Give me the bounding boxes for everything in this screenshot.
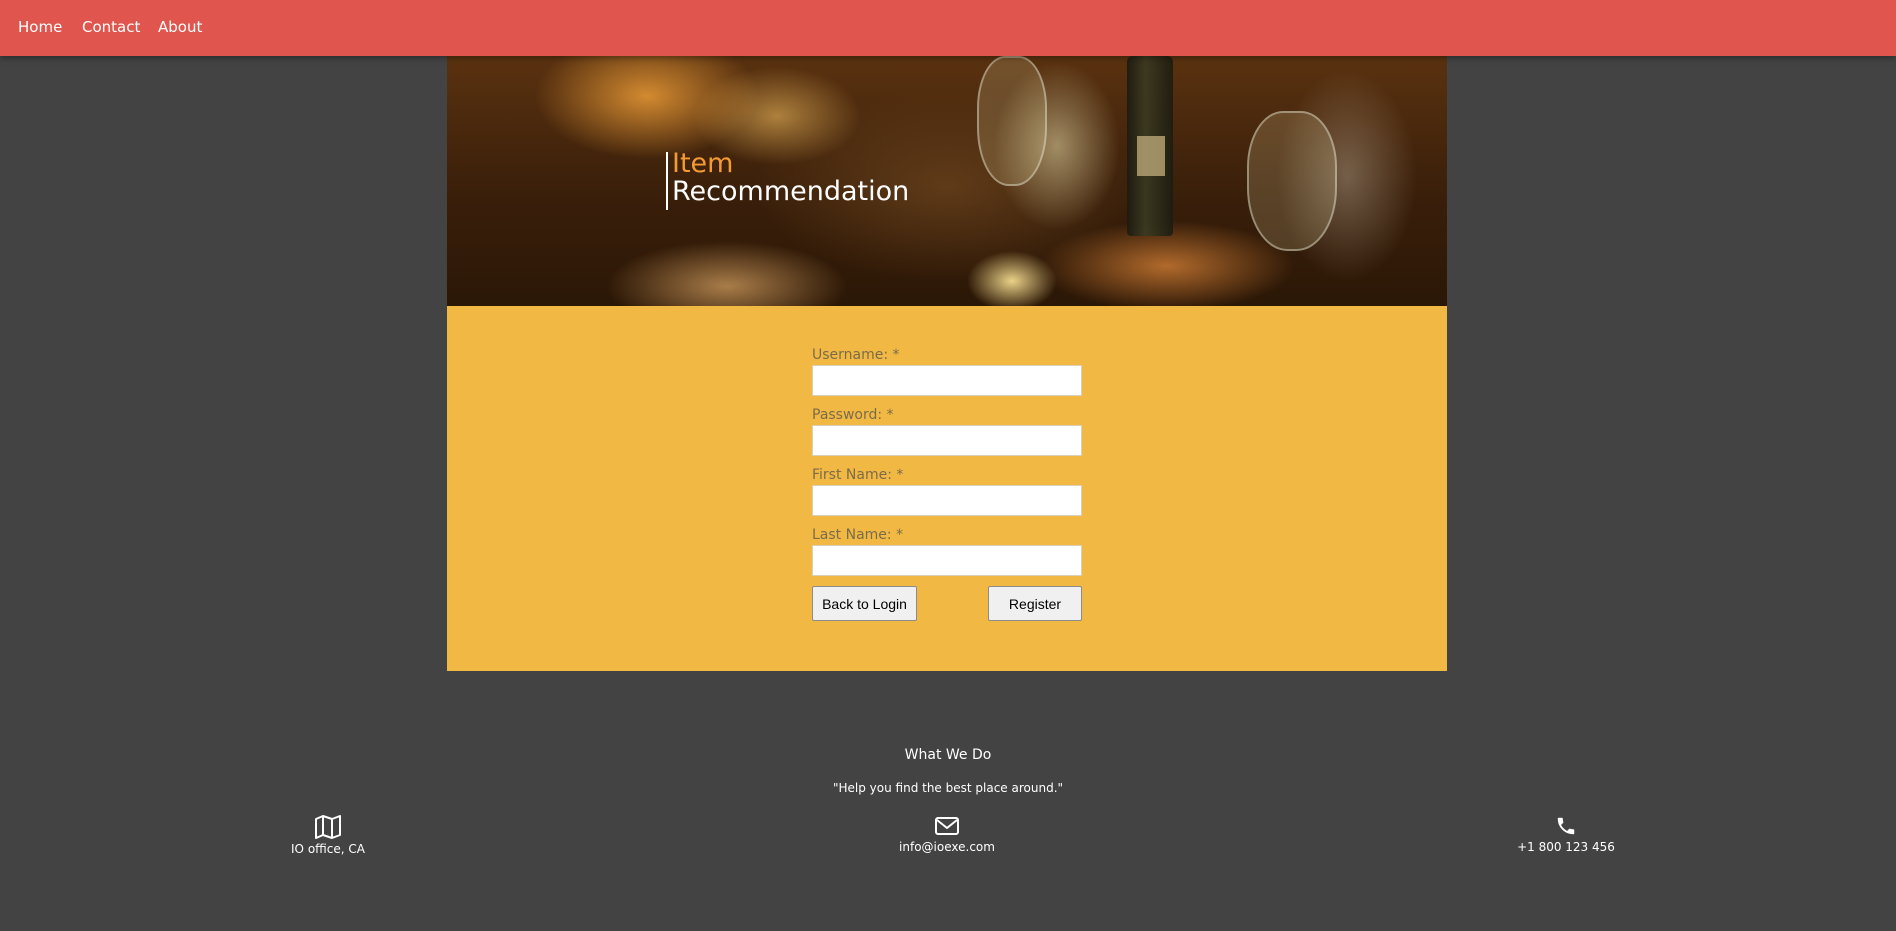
email-text[interactable]: info@ioexe.com xyxy=(847,840,1047,854)
hero-banner: Item Recommendation xyxy=(447,56,1447,306)
envelope-icon xyxy=(935,817,959,835)
username-label: Username: * xyxy=(812,347,900,363)
back-to-login-button[interactable]: Back to Login xyxy=(812,586,917,621)
footer-address: IO office, CA xyxy=(228,815,428,856)
top-nav: Home Contact About xyxy=(0,0,1896,56)
register-button[interactable]: Register xyxy=(988,586,1082,621)
last-name-label: Last Name: * xyxy=(812,527,904,543)
phone-icon xyxy=(1557,817,1575,835)
footer-email: info@ioexe.com xyxy=(847,815,1047,854)
map-icon xyxy=(315,815,341,839)
phone-text: +1 800 123 456 xyxy=(1517,840,1615,854)
site-title-recommendation: Recommendation xyxy=(672,176,910,207)
bottle-label-image xyxy=(1137,136,1165,176)
footer-heading: What We Do xyxy=(904,747,992,763)
footer-tagline: "Help you find the best place around." xyxy=(832,781,1064,795)
nav-about-link[interactable]: About xyxy=(158,18,202,36)
title-divider xyxy=(666,152,668,210)
first-name-input[interactable] xyxy=(812,485,1082,516)
wine-glass-image xyxy=(1247,111,1337,251)
password-input[interactable] xyxy=(812,425,1082,456)
username-input[interactable] xyxy=(812,365,1082,396)
last-name-input[interactable] xyxy=(812,545,1082,576)
address-text: IO office, CA xyxy=(291,842,365,856)
footer-phone: +1 800 123 456 xyxy=(1466,815,1666,854)
password-label: Password: * xyxy=(812,407,894,423)
nav-contact-link[interactable]: Contact xyxy=(82,18,140,36)
first-name-label: First Name: * xyxy=(812,467,904,483)
wine-glass-image xyxy=(977,56,1047,186)
nav-home-link[interactable]: Home xyxy=(18,18,62,36)
registration-form: Username: * Password: * First Name: * La… xyxy=(447,306,1447,671)
